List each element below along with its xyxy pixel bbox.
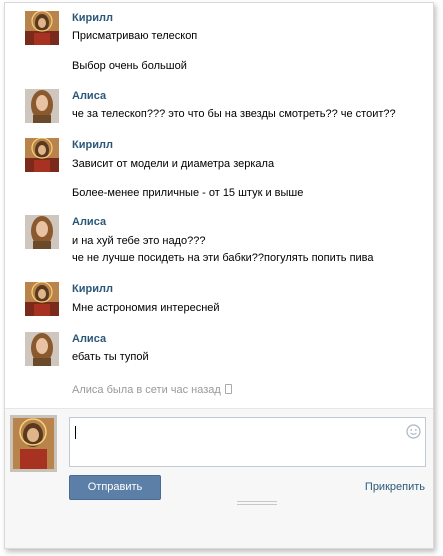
message-author[interactable]: Алиса <box>72 332 423 346</box>
send-button[interactable]: Отправить <box>69 475 161 500</box>
message-text: че не лучше посидеть на эти бабки??погул… <box>72 252 374 264</box>
attach-link[interactable]: Прикрепить <box>365 481 425 493</box>
dialog-window: Кирилл Присматриваю телескоп Выбор очень… <box>4 2 434 549</box>
message-text: Более-менее приличные - от 15 штук и выш… <box>72 187 304 199</box>
girl-avatar[interactable] <box>25 89 59 123</box>
girl-avatar[interactable] <box>25 332 59 366</box>
message-text: че за телескоп??? это что бы на звезды с… <box>72 108 396 120</box>
message-composer: Отправить Прикрепить <box>5 408 433 548</box>
message-author[interactable]: Алиса <box>72 89 423 103</box>
online-status-text: Алиса была в сети час назад <box>72 384 221 396</box>
message-text: Присматриваю телескоп <box>72 30 198 42</box>
my-avatar[interactable] <box>10 415 57 472</box>
message-item: Кирилл Присматриваю телескоп Выбор очень… <box>25 11 423 76</box>
text-caret <box>75 426 76 439</box>
message-text: и на хуй тебе это надо??? <box>72 235 206 247</box>
online-status: Алиса была в сети час назад <box>72 384 232 396</box>
message-author[interactable]: Кирилл <box>72 11 423 25</box>
message-text: Выбор очень большой <box>72 60 187 72</box>
message-author[interactable]: Кирилл <box>72 138 423 152</box>
message-item: Кирилл Мне астрономия интересней <box>25 282 423 317</box>
girl-avatar[interactable] <box>25 215 59 249</box>
message-text: Зависит от модели и диаметра зеркала <box>72 158 275 170</box>
message-author[interactable]: Алиса <box>72 215 423 229</box>
smile-icon[interactable] <box>406 424 421 439</box>
message-text: Мне астрономия интересней <box>72 302 220 314</box>
message-list: Кирилл Присматриваю телескоп Выбор очень… <box>5 3 433 405</box>
mobile-icon <box>224 384 232 394</box>
message-author[interactable]: Кирилл <box>72 282 423 296</box>
jesus-avatar[interactable] <box>25 282 59 316</box>
message-text: ебать ты тупой <box>72 351 149 363</box>
jesus-avatar[interactable] <box>25 138 59 172</box>
message-item: Алиса и на хуй тебе это надо??? че не лу… <box>25 215 423 265</box>
message-input[interactable] <box>69 417 426 467</box>
message-item: Алиса че за телескоп??? это что бы на зв… <box>25 89 423 124</box>
resize-grip[interactable] <box>237 501 277 508</box>
message-item: Кирилл Зависит от модели и диаметра зерк… <box>25 138 423 203</box>
message-item: Алиса ебать ты тупой <box>25 332 423 367</box>
jesus-avatar[interactable] <box>25 11 59 45</box>
